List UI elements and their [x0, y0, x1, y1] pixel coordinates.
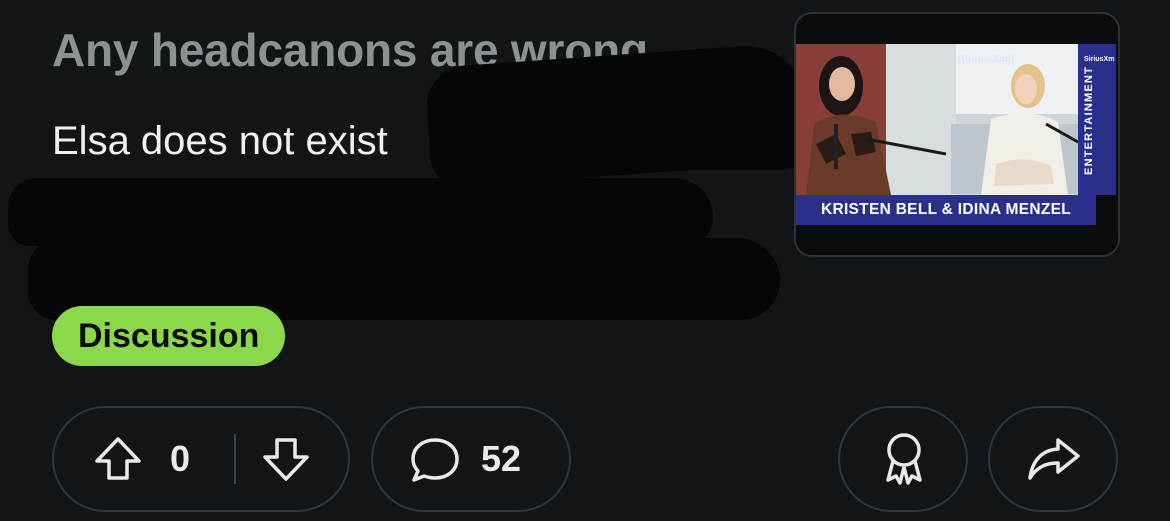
vote-control: 0 — [52, 406, 350, 512]
arrow-up-icon[interactable] — [92, 433, 144, 485]
thumbnail-caption: KRISTEN BELL & IDINA MENZEL — [796, 195, 1096, 225]
vote-divider — [234, 434, 236, 484]
speech-bubble-icon — [411, 438, 459, 482]
vote-count: 0 — [170, 438, 191, 479]
flair-badge[interactable]: Discussion — [52, 306, 286, 366]
share-arrow-icon — [1028, 438, 1080, 480]
redaction-mark — [440, 92, 820, 170]
comments-button[interactable]: 52 — [371, 406, 571, 512]
thumbnail-side-label: ENTERTAINMENT — [1083, 66, 1095, 175]
thumbnail-logo-small: SiriusXm — [1084, 56, 1115, 63]
comment-count: 52 — [481, 438, 522, 479]
post-body-text: Elsa does not exist — [52, 119, 388, 163]
redaction-mark — [8, 178, 713, 246]
post-card[interactable]: Any headcanons are wrong Elsa does not e… — [0, 0, 1170, 521]
arrow-down-icon[interactable] — [260, 433, 312, 485]
share-button[interactable] — [988, 406, 1118, 512]
thumbnail-logo: ((SiriusXm)) — [958, 54, 1015, 65]
award-icon — [886, 433, 922, 485]
award-button[interactable] — [838, 406, 968, 512]
post-thumbnail[interactable]: ENTERTAINMENT ((SiriusXm)) SiriusXm KRIS… — [794, 12, 1120, 257]
